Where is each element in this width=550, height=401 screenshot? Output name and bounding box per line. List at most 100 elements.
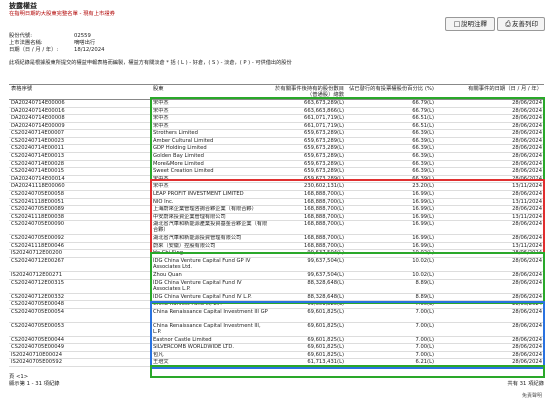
table-row: CS20240712E00332 IDG China Venture Capita… xyxy=(9,294,544,302)
shares-cell: 230,602,131(L) xyxy=(304,183,344,190)
shareholder-cell: 宋中杰 xyxy=(153,183,169,190)
table-row: CS20240712E00315 IDG China Venture Capita… xyxy=(9,280,544,294)
shares-cell: 99,637,504(L) xyxy=(307,257,344,264)
form-number-cell[interactable]: CS20240714E00028 xyxy=(9,161,151,168)
event-date-cell: 28/06/2024 xyxy=(512,308,542,315)
form-number-cell[interactable]: CS20240712E00315 xyxy=(9,280,151,293)
explain-notes-label: 說明注釋 xyxy=(461,20,487,28)
event-date-cell: 28/06/2024 xyxy=(512,190,542,197)
form-number-cell[interactable]: IS20240710E00024 xyxy=(9,352,151,359)
form-number-cell[interactable]: DA20240714E00016 xyxy=(9,108,151,115)
form-number-cell[interactable]: CS20241118E00046 xyxy=(9,243,151,250)
pagination[interactable]: 頁 <1> xyxy=(9,374,544,381)
form-number-cell[interactable]: CS20241118E00038 xyxy=(9,214,151,221)
form-number-cell[interactable]: CS20240712E00332 xyxy=(9,294,151,301)
shareholder-cell: Strothers Limited xyxy=(153,130,198,137)
table-row: CS20240705E00048 China Harvest Fund III, … xyxy=(9,301,544,309)
disclaimer-link[interactable]: 免責聲明 xyxy=(522,392,542,399)
percentage-cell: 66.39(L) xyxy=(412,168,434,175)
form-number-cell[interactable]: CS20240714E00013 xyxy=(9,153,151,160)
event-date-cell: 28/06/2024 xyxy=(512,322,542,329)
shareholder-cell: Amber Cultural Limited xyxy=(153,137,214,144)
shareholder-cell: 宋中杰 xyxy=(153,175,169,182)
event-date-cell: 13/11/2024 xyxy=(512,242,542,249)
form-number-cell[interactable]: DA20240714E00008 xyxy=(9,115,151,122)
form-number-cell[interactable]: CS20240712E00267 xyxy=(9,258,151,271)
form-number-cell[interactable]: DA20241118E00060 xyxy=(9,183,151,190)
shareholder-cell: 宋中杰 xyxy=(153,100,169,106)
form-number-cell[interactable]: CS20240705E00053 xyxy=(9,323,151,336)
table-row: CS20240712E00267 IDG China Venture Capita… xyxy=(9,258,544,272)
table-row: CS20240714E00015 Sweet Creation Limited 65… xyxy=(9,168,544,176)
header-shareholder[interactable]: 股東 xyxy=(151,85,271,99)
form-number-cell[interactable]: IS20240712E00271 xyxy=(9,272,151,279)
form-number-cell[interactable]: CS20240714E00023 xyxy=(9,138,151,145)
form-number-cell[interactable]: CS20240714E00011 xyxy=(9,145,151,152)
form-number-cell[interactable]: IS20240712E00200 xyxy=(9,250,151,257)
table-row: CS20240705E00058 LEAP PROFIT INVESTMENT L… xyxy=(9,191,544,199)
shareholder-cell: 上海蔚來企業管理咨詢合夥企業（有限合夥） xyxy=(153,206,257,213)
form-number-cell[interactable]: DA20240714E00009 xyxy=(9,123,151,130)
table-row: CS20240705E00092 湖北省汽車和新能源投資管理有限公司 168,888… xyxy=(9,235,544,243)
event-date-cell: 28/06/2024 xyxy=(512,221,542,228)
table-row: IS20240712E00200 Ho Chi Sing 99,637,504(L)… xyxy=(9,250,544,258)
event-date-cell: 28/06/2024 xyxy=(512,122,542,129)
form-number-cell[interactable]: CS20240705E00089 xyxy=(9,206,151,213)
shares-cell: 659,673,289(L) xyxy=(304,160,344,167)
shareholder-cell: SILVERCOMB WORLDWIDE LTD. xyxy=(153,344,234,351)
table-row: CS20240705E00053 China Renaissance Capita… xyxy=(9,323,544,337)
event-date-cell: 28/06/2024 xyxy=(512,279,542,286)
company-name-label: 上市法團名稱: xyxy=(9,40,43,46)
percentage-cell: 10.02(L) xyxy=(412,250,434,257)
form-number-cell[interactable]: CS20240705E00044 xyxy=(9,337,151,344)
form-number-cell[interactable]: DA20240714E00006 xyxy=(9,100,151,107)
event-date-cell: 28/06/2024 xyxy=(512,257,542,264)
event-date-cell: 28/06/2024 xyxy=(512,359,542,366)
percentage-cell: 8.89(L) xyxy=(415,293,435,300)
shareholder-cell: 宋中杰 xyxy=(153,122,169,129)
percentage-cell: 66.79(L) xyxy=(412,107,434,114)
table-row: CS20240705E00054 China Renaissance Capita… xyxy=(9,309,544,323)
stock-info: 股份代號: 02559 上市法團名稱: 嘀嗒出行 日期（日 / 月 / 年）: 18/… xyxy=(9,33,105,54)
table-row: CS20240714E00007 Strothers Limited 659,673… xyxy=(9,130,544,138)
shares-cell: 99,637,504(L) xyxy=(307,271,344,278)
form-number-cell[interactable]: CS20240705E00048 xyxy=(9,301,151,308)
explain-notes-button[interactable]: □說明注釋 xyxy=(445,17,495,31)
percentage-cell: 16.99(L) xyxy=(412,198,434,205)
percentage-cell: 16.99(L) xyxy=(412,242,434,249)
form-number-cell[interactable]: CS20240705E00090 xyxy=(9,221,151,234)
shareholder-cell: Golden Bay Limited xyxy=(153,153,204,160)
shares-cell: 61,713,431(L) xyxy=(307,359,344,366)
event-date-cell: 28/06/2024 xyxy=(512,153,542,160)
table-row: CS20240714E00023 Amber Cultural Limited 65… xyxy=(9,138,544,146)
header-event-date[interactable]: 有關事件的日期（日 / 月 / 年） xyxy=(436,85,544,99)
date-value: 18/12/2024 xyxy=(74,47,105,53)
header-shares[interactable]: 於有關事件後持有的股份數目（普通股）總數 xyxy=(271,85,346,99)
printer-icon: ⎙ xyxy=(505,20,511,28)
table-row: DA20240714E00016 宋中杰 663,663,866(L) 66.79(L… xyxy=(9,108,544,116)
shares-cell: 69,601,825(L) xyxy=(307,351,344,358)
header-percentage[interactable]: 佔已發行的有投票權股份百分比 (%) xyxy=(346,85,436,99)
form-number-cell[interactable]: CS20240705E00054 xyxy=(9,309,151,322)
form-number-cell[interactable]: IS20240705E00592 xyxy=(9,359,151,366)
shareholder-cell: China Harvest Fund III, L.P. xyxy=(153,301,222,308)
form-number-cell[interactable]: CS20240705E00058 xyxy=(9,191,151,198)
shares-cell: 69,601,825(L) xyxy=(307,344,344,351)
form-number-cell[interactable]: CS20240705E00049 xyxy=(9,344,151,351)
table-row: CS20241118E00046 蔚來（安徽）控股有限公司 168,888,700(… xyxy=(9,243,544,251)
header-form-number[interactable]: 表格序號 xyxy=(9,85,151,99)
form-number-cell[interactable]: CS20240714E00015 xyxy=(9,168,151,175)
shareholder-cell: Eastnor Castle Limited xyxy=(153,336,212,343)
percentage-cell: 7.00(L) xyxy=(415,344,435,351)
percentage-cell: 66.39(L) xyxy=(412,153,434,160)
print-friendly-button[interactable]: ⎙友善列印 xyxy=(497,17,545,31)
form-number-cell[interactable]: CS20240705E00092 xyxy=(9,235,151,242)
percentage-cell: 66.39(L) xyxy=(412,137,434,144)
form-number-cell[interactable]: CS20241118E00051 xyxy=(9,199,151,206)
percentage-cell: 66.51(L) xyxy=(412,115,434,122)
form-number-cell[interactable]: CS20240714E00007 xyxy=(9,130,151,137)
table-row: CS20240714E00013 Golden Bay Limited 659,67… xyxy=(9,153,544,161)
percentage-cell: 16.99(L) xyxy=(412,235,434,242)
form-number-cell[interactable]: DA20240714E00014 xyxy=(9,176,151,183)
percentage-cell: 10.02(L) xyxy=(412,257,434,264)
